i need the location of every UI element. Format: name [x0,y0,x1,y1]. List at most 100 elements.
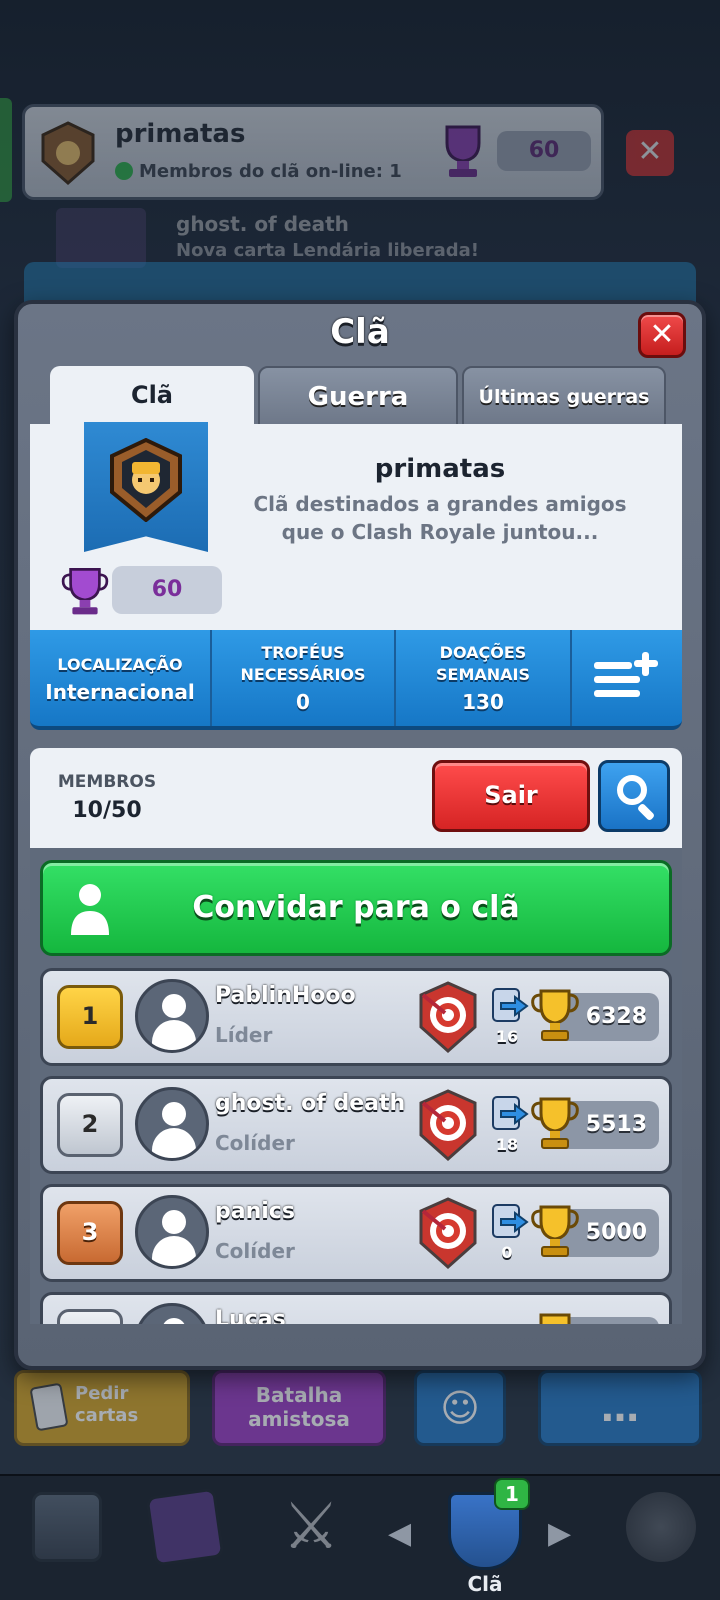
member-donations: 0 [501,1243,513,1262]
member-donations: 16 [495,1027,519,1046]
gold-trophy-icon [531,1097,579,1149]
stat-weekly-donations: DOAÇÕES SEMANAIS 130 [396,630,572,726]
member-name: ghost. of death [215,1091,406,1116]
emote-icon: ☺ [440,1386,480,1430]
member-rank: 2 [57,1093,123,1157]
laurel-icon [626,1492,696,1562]
clan-trophy-count: 60 [112,566,222,614]
nav-events[interactable] [606,1486,716,1586]
background-trophy-count: 60 [497,131,591,171]
arena-target-icon [419,1197,477,1269]
background-clan-name: primatas [115,119,246,149]
tab-war[interactable]: Guerra [258,366,458,426]
gold-trophy-icon [531,989,579,1041]
stat-trophies-value: 0 [296,690,310,714]
clan-modal: Clã ✕ Clã Guerra Últimas guerras 60 prim… [14,300,706,1370]
close-button[interactable]: ✕ [638,312,686,358]
stat-donations-value: 130 [462,690,504,714]
bottom-nav: ⚔ ◀ 1 Clã ▶ [0,1474,720,1600]
members-header: MEMBROS 10/50 Sair [30,748,682,848]
stat-location-value: Internacional [45,680,195,704]
member-role: Colíder [215,1239,295,1263]
chat-message: Nova carta Lendária liberada! [176,240,479,261]
friendly-battle-button[interactable]: Batalha amistosa [212,1370,386,1446]
member-row[interactable]: 3 panics Colíder 0 5000 [40,1184,672,1282]
background-clan-header: primatas Membros do clã on-line: 1 60 [22,104,604,200]
arena-target-icon [419,981,477,1053]
member-rank: 1 [57,985,123,1049]
purple-trophy-icon [445,125,481,177]
invite-to-clan-button[interactable]: Convidar para o clã [40,860,672,956]
chat-sender: ghost. of death [176,212,349,236]
crossed-swords-icon: ⚔ [282,1490,340,1564]
donation-icon [492,988,529,1022]
background-side-tab [0,98,12,202]
friendly-battle-label: Batalha amistosa [248,1383,350,1431]
nav-battle[interactable]: ⚔ [256,1486,366,1586]
request-cards-button[interactable]: Pedir cartas [14,1370,190,1446]
member-rank: 3 [57,1201,123,1265]
clan-name: primatas [374,454,506,484]
member-role: Líder [215,1023,273,1047]
search-icon-handle [636,802,656,822]
chest-icon [32,1492,102,1562]
member-name: panics [215,1199,295,1224]
list-add-icon[interactable] [590,648,660,708]
request-cards-label: Pedir cartas [75,1383,139,1426]
emote-button[interactable]: ☺ [414,1370,506,1446]
chevron-left-icon[interactable]: ◀ [388,1516,418,1556]
search-button[interactable] [598,760,670,832]
background-chat-entry-2 [24,262,696,302]
modal-title: Clã [330,312,390,352]
chat-bubble-icon: … [601,1386,639,1430]
member-name: PablinHooo [215,983,356,1008]
cards-deck-icon [145,1487,225,1567]
members-list[interactable]: Convidar para o clã 1 PablinHooo Líder 1… [30,848,682,1324]
nav-cards[interactable] [130,1486,240,1586]
clan-info-card: 60 primatas Clã destinados a grandes ami… [30,422,682,630]
stat-location: LOCALIZAÇÃO Internacional [30,630,212,726]
background-chat-entry: ghost. of death Nova carta Lendária libe… [56,208,656,268]
donation-icon [492,1096,529,1130]
knight-emblem-icon [110,438,182,522]
member-avatar [135,1195,209,1269]
stat-location-label: LOCALIZAÇÃO [57,655,183,674]
member-rank: 4 [57,1309,123,1324]
member-row[interactable]: 2 ghost. of death Colíder 18 5513 [40,1076,672,1174]
member-donations: 18 [495,1135,519,1154]
chevron-right-icon[interactable]: ▶ [548,1516,578,1556]
online-dot-icon [115,162,133,180]
clan-notification-badge: 1 [494,1478,530,1510]
background-close-icon: ✕ [626,130,674,176]
screen: primatas Membros do clã on-line: 1 60 ✕ … [0,0,720,1600]
member-avatar [135,979,209,1053]
member-avatar [135,1087,209,1161]
search-icon [617,775,647,805]
tab-past-wars[interactable]: Últimas guerras [462,366,666,426]
chat-avatar [56,208,146,268]
members-count: 10/50 [72,798,142,823]
nav-clan[interactable]: 1 Clã [430,1478,540,1596]
invite-label: Convidar para o clã [192,890,520,925]
member-row[interactable]: 4 Lucas 4951 [40,1292,672,1324]
nav-shop[interactable] [12,1486,122,1586]
member-avatar [135,1303,209,1324]
clan-description: Clã destinados a grandes amigos que o Cl… [253,492,627,544]
leave-clan-button[interactable]: Sair [432,760,590,832]
members-label: MEMBROS [57,772,157,792]
tab-clan[interactable]: Clã [50,366,254,426]
donation-icon [492,1204,529,1238]
member-name: Lucas [215,1307,286,1324]
arena-target-icon [419,1089,477,1161]
member-row[interactable]: 1 PablinHooo Líder 16 6328 [40,968,672,1066]
stat-trophies-label: TROFÉUS NECESSÁRIOS [240,643,366,684]
clan-stats-bar: LOCALIZAÇÃO Internacional TROFÉUS NECESS… [30,630,682,730]
gold-trophy-icon [531,1205,579,1257]
member-role: Colíder [215,1131,295,1155]
chat-button[interactable]: … [538,1370,702,1446]
stat-donations-label: DOAÇÕES SEMANAIS [435,643,530,684]
stat-required-trophies: TROFÉUS NECESSÁRIOS 0 [212,630,396,726]
background-online-count: Membros do clã on-line: 1 [115,161,402,182]
gold-trophy-icon [539,1313,571,1324]
purple-trophy-icon [61,568,109,615]
